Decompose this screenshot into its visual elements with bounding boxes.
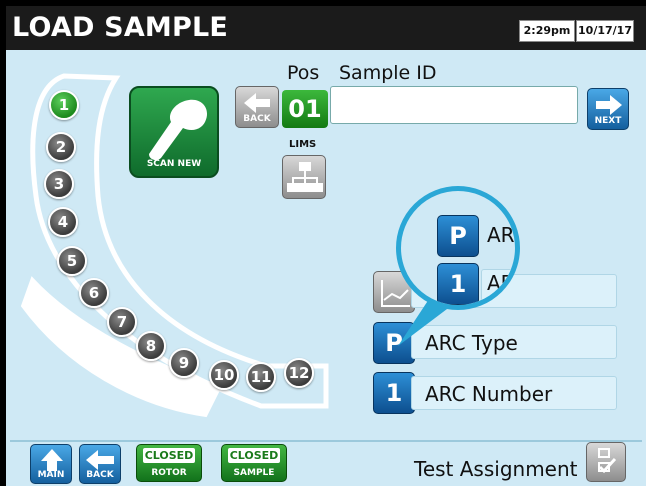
closed-sample-label: SAMPLE (233, 468, 275, 478)
zoom-1-tile: 1 (437, 263, 479, 305)
test-assignment-button[interactable] (586, 442, 626, 482)
closed-rotor-label: ROTOR (151, 468, 187, 478)
zoom-p-tile: P (437, 215, 479, 257)
zoom-pointer (398, 296, 451, 346)
main-button[interactable]: MAIN (30, 444, 72, 484)
main-label: MAIN (37, 470, 65, 480)
closed-rotor-status: CLOSED (143, 448, 195, 463)
back-button-bottom[interactable]: BACK (79, 444, 121, 484)
closed-sample-button[interactable]: CLOSED SAMPLE (221, 444, 287, 482)
test-assignment-label: Test Assignment (414, 457, 578, 481)
closed-rotor-button[interactable]: CLOSED ROTOR (136, 444, 202, 482)
load-sample-screen: LOAD SAMPLE 2:29pm 10/17/17 1 2 3 4 5 6 … (6, 6, 646, 486)
closed-sample-status: CLOSED (228, 448, 280, 463)
checklist-icon (598, 448, 617, 474)
back-label-bottom: BACK (86, 470, 114, 480)
zoom-ar-label: AR (487, 223, 515, 247)
zoom-magnifier: P AR 1 AR ol (396, 186, 520, 310)
